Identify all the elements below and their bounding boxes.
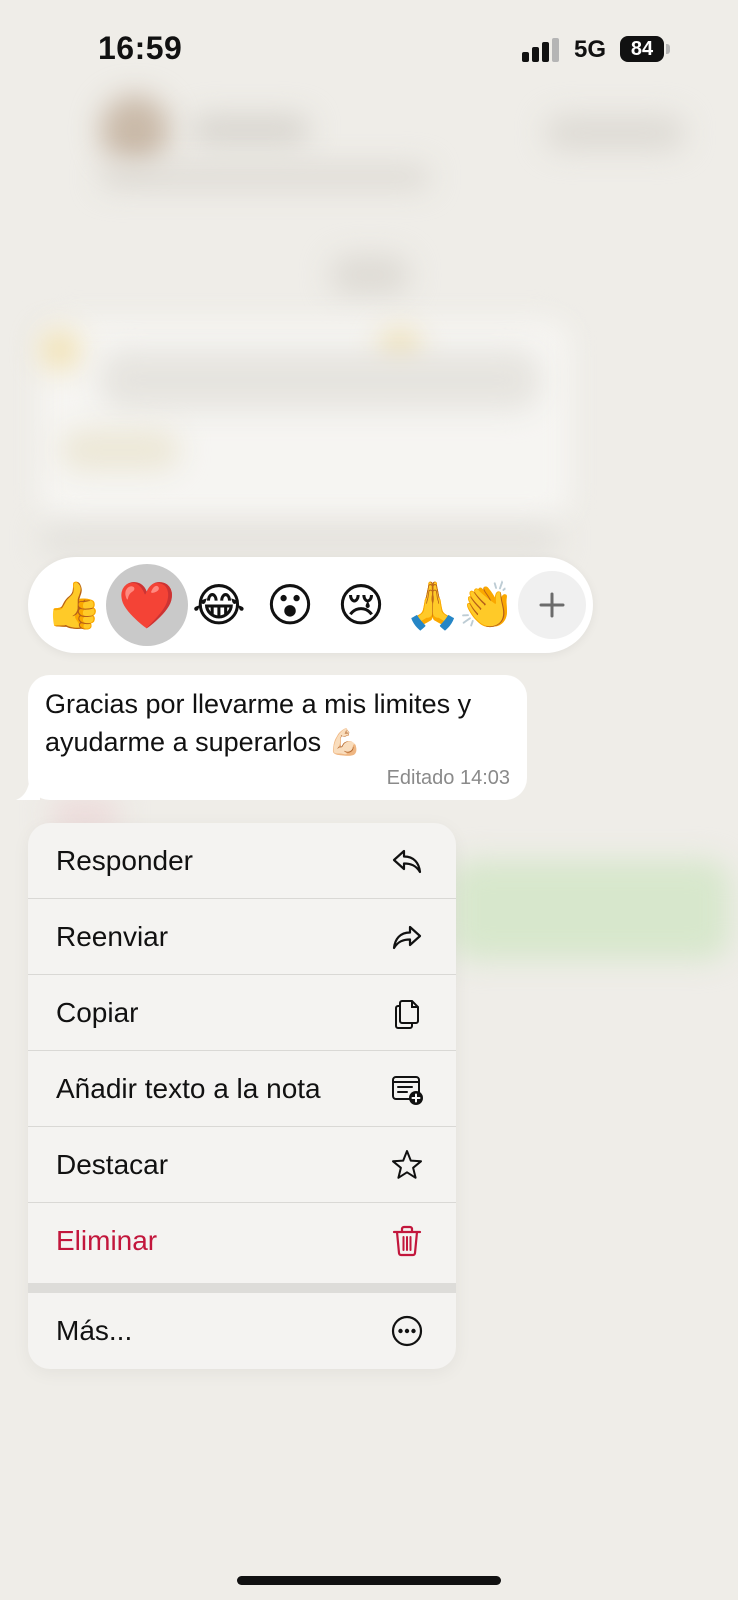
- clapping-hands-icon[interactable]: 👏: [458, 567, 508, 643]
- message-bubble[interactable]: Gracias por llevarme a mis limites y ayu…: [28, 675, 527, 800]
- message-edited-timestamp: Editado 14:03: [386, 767, 510, 789]
- message-text: Gracias por llevarme a mis limites y ayu…: [45, 685, 515, 762]
- more-reactions-button[interactable]: [518, 571, 586, 639]
- status-bar: 16:59 5G 84: [0, 0, 738, 100]
- signal-strength-icon: [522, 38, 562, 62]
- network-type: 5G: [574, 36, 607, 63]
- menu-item-delete[interactable]: Eliminar: [28, 1203, 456, 1279]
- star-icon: [392, 1150, 422, 1179]
- menu-item-star[interactable]: Destacar: [28, 1127, 456, 1203]
- battery-icon: 84: [620, 36, 664, 62]
- menu-item-add-to-note[interactable]: Añadir texto a la nota: [28, 1051, 456, 1127]
- copy-icon: [395, 1000, 419, 1029]
- menu-item-label: Destacar: [56, 1148, 169, 1180]
- trash-icon: [392, 1225, 422, 1257]
- menu-item-reply[interactable]: Responder: [28, 823, 456, 899]
- home-indicator[interactable]: [237, 1576, 501, 1585]
- thumbs-up-icon[interactable]: 👍: [36, 567, 112, 643]
- forward-icon: [392, 925, 422, 950]
- menu-item-label: Reenviar: [56, 920, 169, 952]
- menu-group-separator: [28, 1283, 456, 1293]
- reaction-bar: 👍 ❤️ 😂 😮 😢 🙏 👏: [28, 557, 593, 653]
- message-text-content: Gracias por llevarme a mis limites y ayu…: [45, 689, 472, 757]
- status-time: 16:59: [98, 30, 183, 66]
- add-to-note-icon: [392, 1076, 423, 1105]
- menu-item-copy[interactable]: Copiar: [28, 975, 456, 1051]
- message-context-menu: Responder Reenviar Copiar Añadir texto a…: [28, 823, 456, 1369]
- menu-item-label: Responder: [56, 844, 193, 876]
- crying-face-icon[interactable]: 😢: [323, 567, 399, 643]
- surprised-face-icon[interactable]: 😮: [252, 567, 328, 643]
- menu-item-label: Eliminar: [56, 1225, 158, 1256]
- menu-item-label: Añadir texto a la nota: [56, 1072, 321, 1104]
- tears-of-joy-icon[interactable]: 😂: [181, 567, 257, 643]
- reply-icon: [392, 849, 422, 874]
- flexed-biceps-icon: 💪🏻: [328, 728, 362, 758]
- battery-tip: [666, 44, 670, 54]
- menu-item-label: Más...: [56, 1315, 133, 1346]
- menu-item-more[interactable]: Más...: [28, 1293, 456, 1369]
- more-icon: [391, 1315, 423, 1347]
- red-heart-icon[interactable]: ❤️: [106, 564, 188, 646]
- plus-icon: [539, 592, 565, 618]
- menu-item-label: Copiar: [56, 996, 139, 1028]
- menu-item-forward[interactable]: Reenviar: [28, 899, 456, 975]
